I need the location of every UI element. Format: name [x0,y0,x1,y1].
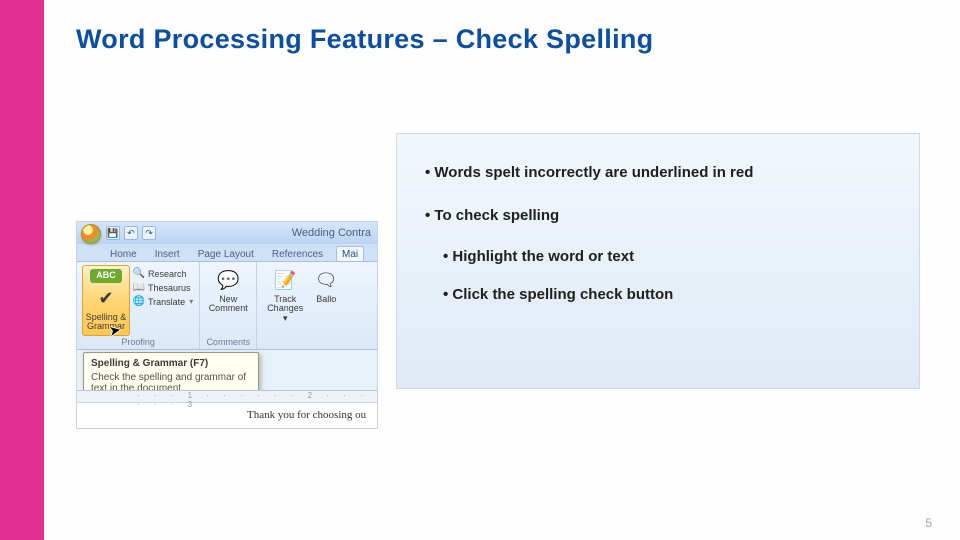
qat-redo-icon: ↷ [142,226,156,240]
tab-home: Home [105,247,142,261]
slide-title: Word Processing Features – Check Spellin… [76,24,653,55]
bullet-underlined-red: Words spelt incorrectly are underlined i… [425,164,891,183]
tab-review: Mai [336,246,364,261]
new-comment-icon: 💬 [213,267,243,293]
tab-page-layout: Page Layout [193,247,259,261]
info-panel: Words spelt incorrectly are underlined i… [396,133,920,389]
thesaurus-button: 📖 Thesaurus [133,282,193,294]
track-changes-button: 📝 Track Changes ▾ [261,264,309,346]
qat-save-icon: 💾 [106,226,120,240]
bullet-highlight: Highlight the word or text [443,248,891,267]
balloons-button: 🗨 Ballo [309,264,343,346]
proofing-small-buttons: 🔍 Research 📖 Thesaurus 🌐 Translate ▾ [131,264,195,336]
document-title: Wedding Contra [156,227,377,239]
ribbon: ABC ✔︎ Spelling & Grammar 🔍 Research 📖 T… [77,262,377,350]
ribbon-tabs: Home Insert Page Layout References Mai [77,244,377,262]
group-comments-label: Comments [204,336,252,349]
translate-button: 🌐 Translate ▾ [133,296,193,308]
spelling-grammar-button: ABC ✔︎ Spelling & Grammar [82,265,130,336]
bullet-to-check: To check spelling [425,207,891,226]
quick-access-toolbar: 💾 ↶ ↷ [106,226,156,240]
group-comments: 💬 New Comment Comments [200,262,257,349]
ruler: · · · 1 · · · · · · 2 · · · · · · 3 [77,391,377,403]
track-changes-icon: 📝 [270,267,300,293]
tooltip-title: Spelling & Grammar (F7) [91,358,251,369]
office-button-icon [81,224,101,244]
translate-icon: 🌐 [133,296,145,308]
spellcheck-icon: ✔︎ [91,285,121,311]
research-icon: 🔍 [133,268,145,280]
page-number: 5 [925,516,932,530]
group-proofing-label: Proofing [81,336,195,349]
left-strip [0,0,44,540]
tab-references: References [267,247,328,261]
word-title-bar: 💾 ↶ ↷ Wedding Contra [77,222,377,244]
research-button: 🔍 Research [133,268,193,280]
qat-undo-icon: ↶ [124,226,138,240]
brand-checkmark-icon [9,14,35,40]
balloons-icon: 🗨 [311,267,341,293]
tab-insert: Insert [150,247,185,261]
bullet-click-button: Click the spelling check button [443,286,891,305]
mouse-cursor-icon: ➤ [108,321,123,340]
abc-badge-icon: ABC [90,269,122,283]
new-comment-button: 💬 New Comment [204,264,252,336]
document-area: · · · 1 · · · · · · 2 · · · · · · 3 Than… [77,390,377,429]
thesaurus-icon: 📖 [133,282,145,294]
group-proofing: ABC ✔︎ Spelling & Grammar 🔍 Research 📖 T… [77,262,200,349]
group-tracking-label [261,346,343,349]
word-screenshot: 💾 ↶ ↷ Wedding Contra Home Insert Page La… [76,221,378,429]
group-tracking: 📝 Track Changes ▾ 🗨 Ballo [257,262,347,349]
document-body-text: Thank you for choosing ou [77,403,377,421]
